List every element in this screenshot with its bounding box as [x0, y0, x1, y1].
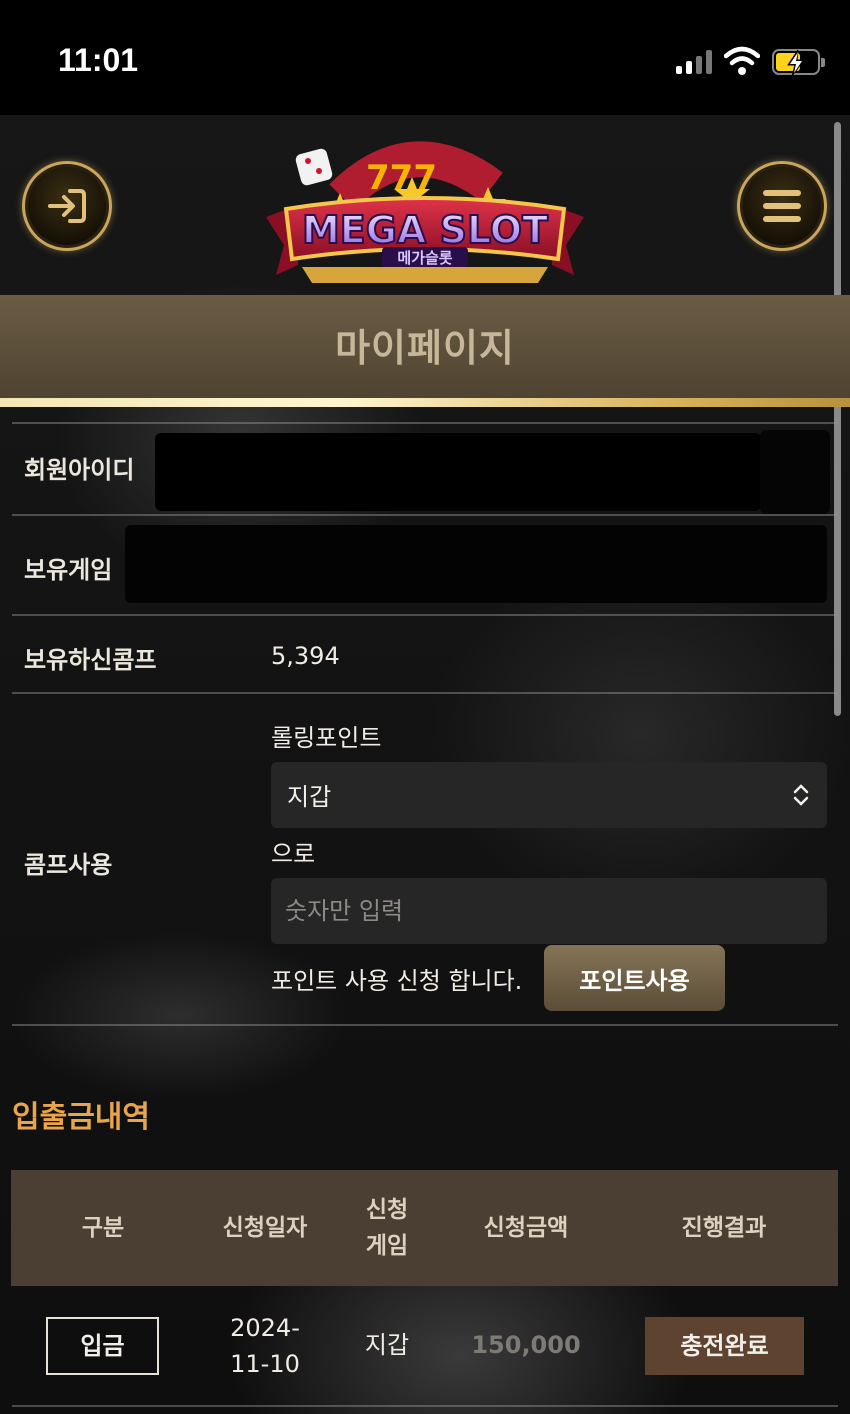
- row-divider: [12, 692, 838, 694]
- to-text: 으로: [271, 840, 316, 868]
- menu-button[interactable]: [737, 161, 827, 251]
- cellular-signal-icon: [676, 50, 714, 74]
- point-amount-input[interactable]: [271, 878, 827, 944]
- game-value: [125, 525, 827, 603]
- row-divider: [12, 422, 838, 424]
- row-divider: [12, 614, 838, 616]
- member-id-label: 회원아이디: [24, 456, 135, 484]
- comp-use-label: 콤프사용: [24, 851, 113, 879]
- hamburger-menu-icon: [763, 190, 801, 222]
- col-amount: 신청금액: [483, 1215, 569, 1241]
- status-time: 11:01: [58, 42, 139, 78]
- login-button[interactable]: [22, 161, 112, 251]
- row-game: 지갑: [364, 1331, 410, 1359]
- wallet-select-value: 지갑: [287, 783, 332, 811]
- login-icon: [48, 189, 86, 223]
- history-title: 입출금내역: [12, 1100, 150, 1135]
- row-date: 2024- 11-10: [230, 1314, 300, 1378]
- apply-text: 포인트 사용 신청 합니다.: [271, 967, 523, 995]
- status-bar: 11:01: [0, 0, 850, 115]
- battery-charging-icon: [772, 49, 825, 76]
- row-amount: 150,000: [471, 1331, 581, 1359]
- row-divider: [12, 1405, 838, 1407]
- page-title-band: 마이페이지: [0, 295, 850, 401]
- gold-divider: [0, 398, 850, 407]
- col-date: 신청일자: [222, 1215, 308, 1241]
- status-badge: 충전완료: [645, 1317, 804, 1375]
- wallet-select[interactable]: 지갑: [271, 762, 827, 828]
- app-header: 777 MEGA SLOT 메가슬롯: [0, 115, 850, 295]
- col-status: 진행결과: [681, 1215, 767, 1241]
- row-divider: [12, 514, 838, 516]
- use-points-button[interactable]: 포인트사용: [544, 945, 725, 1011]
- game-label: 보유게임: [24, 556, 113, 584]
- redacted-area: [760, 430, 830, 514]
- mega-slot-logo: 777 MEGA SLOT 메가슬롯: [266, 141, 584, 283]
- wifi-icon: [724, 46, 760, 75]
- comp-value: 5,394: [271, 642, 340, 670]
- select-chevron-icon: [793, 784, 809, 806]
- comp-label: 보유하신콤프: [24, 646, 157, 674]
- svg-text:MEGA SLOT: MEGA SLOT: [302, 208, 548, 252]
- type-badge-deposit: 입금: [46, 1317, 159, 1375]
- col-game: 신청 게임: [365, 1197, 409, 1259]
- col-type: 구분: [81, 1215, 125, 1241]
- page-title: 마이페이지: [335, 326, 515, 370]
- rolling-point-text: 롤링포인트: [271, 724, 382, 752]
- row-divider: [12, 1024, 838, 1026]
- svg-text:메가슬롯: 메가슬롯: [397, 249, 452, 267]
- member-id-value: [155, 433, 761, 511]
